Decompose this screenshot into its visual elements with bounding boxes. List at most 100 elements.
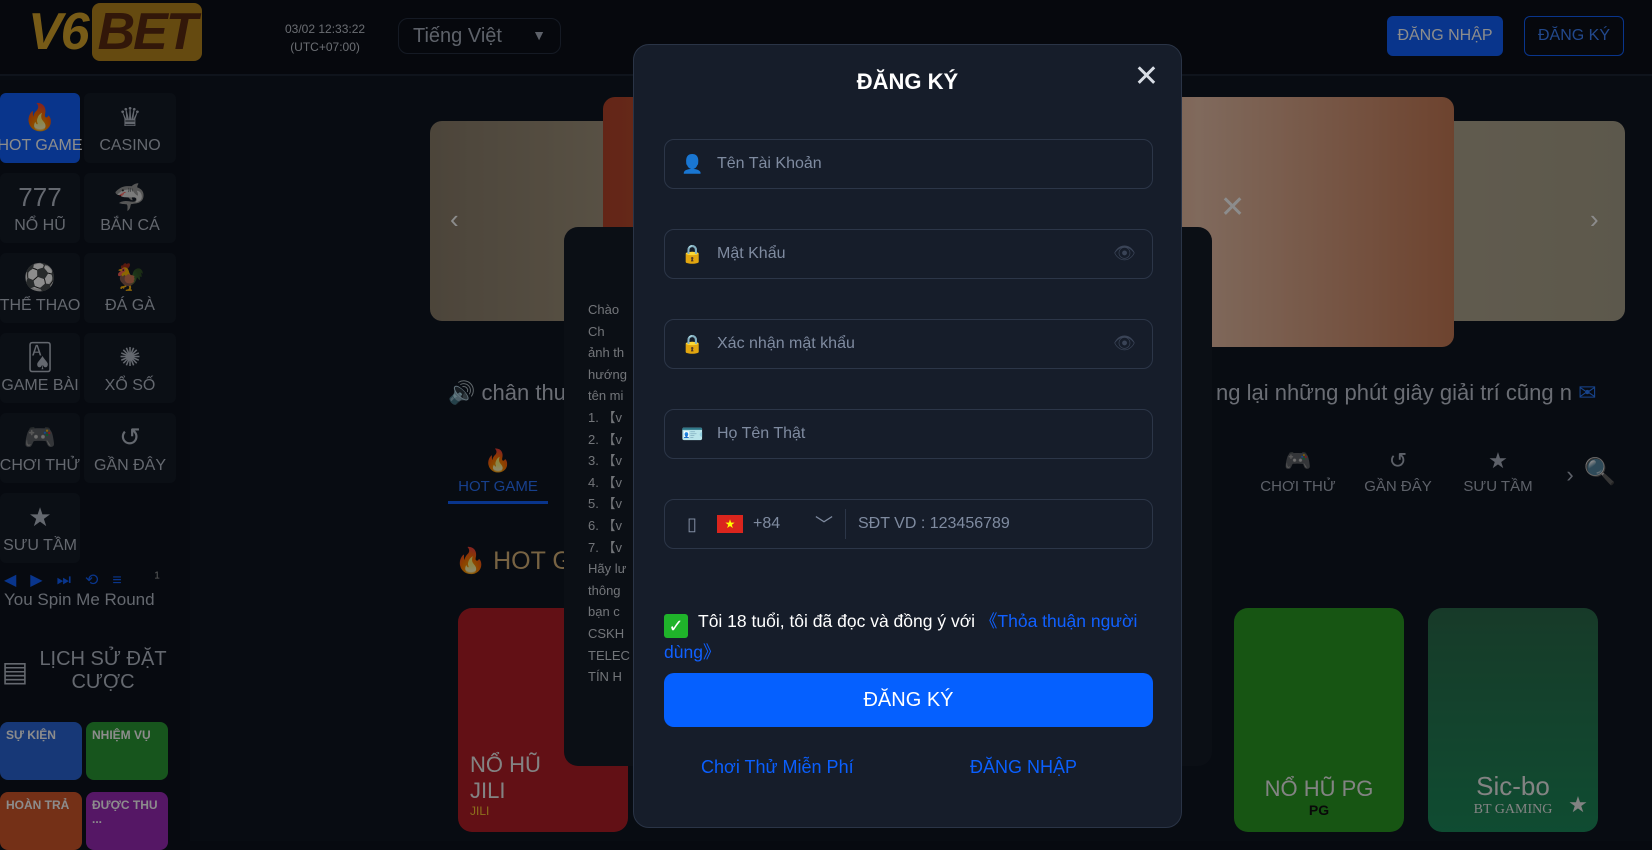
tab-label: GẦN ĐÂY [1364, 478, 1432, 495]
sidebar-item-11[interactable]: ★ SƯU TẦM [0, 493, 80, 563]
sidebar-item-10[interactable]: ↺ GẦN ĐÂY [84, 413, 176, 483]
v6bet-logo[interactable]: V6 BET [28, 2, 202, 62]
game-card-sicbo[interactable]: ★ Sic-bo BT GAMING [1428, 608, 1598, 832]
divider [845, 509, 846, 539]
sidebar-item-label: GAME BÀI [1, 377, 79, 394]
card-brand: BT GAMING [1473, 802, 1553, 817]
slot-icon: 777 [18, 182, 62, 212]
receipt-icon: ▤ [1, 655, 29, 687]
cards-icon: 🂡 [26, 342, 54, 372]
id-card-icon: 🪪 [681, 423, 704, 444]
bet-history-button[interactable]: ▤ LỊCH SỬ ĐẶT CƯỢC [0, 645, 176, 697]
search-icon[interactable]: 🔍 [1580, 456, 1620, 487]
section-title: 🔥 HOT G [455, 547, 572, 575]
clock: 03/02 12:33:22 (UTC+07:00) [285, 20, 365, 56]
register-submit-button[interactable]: ĐĂNG KÝ [664, 673, 1153, 727]
speaker-icon: 🔊 [448, 380, 482, 405]
timezone: (UTC+07:00) [290, 40, 360, 54]
lock-icon: 🔒 [681, 243, 704, 264]
password-field[interactable]: 🔒 👁 [664, 229, 1153, 279]
marquee-text-left: chân thu [481, 380, 566, 405]
header-register-button[interactable]: ĐĂNG KÝ [1524, 16, 1624, 56]
card-title: NỔ HŨ PG [1264, 776, 1374, 801]
marquee-text-right: ng lại những phút giây giải trí cũng n [1216, 380, 1572, 405]
sidebar-item-7[interactable]: 🂡 GAME BÀI [0, 333, 80, 403]
sidebar-item-label: GẦN ĐÂY [93, 457, 166, 474]
sidebar-item-5[interactable]: ⚽ THỂ THAO [0, 253, 80, 323]
sidebar-item-8[interactable]: ✺ XỔ SỐ [84, 333, 176, 403]
history-icon: ↺ [1388, 448, 1408, 473]
register-modal: ĐĂNG KÝ ✕ 👤 🔒👁 🔒👁 🪪 ▯★+84﹀ ✓Tôi 18 tuổi,… [633, 44, 1182, 828]
free-play-link[interactable]: Chơi Thử Miễn Phí [701, 757, 854, 778]
favorite-star-icon[interactable]: ★ [1568, 792, 1588, 818]
chevron-down-icon[interactable]: ﹀ [815, 511, 833, 537]
sidebar-item-label: HOT GAME [0, 137, 83, 154]
banner-close-icon[interactable]: ✕ [1220, 190, 1245, 225]
lottery-icon: ✺ [119, 342, 141, 372]
fullname-input[interactable] [717, 425, 1152, 443]
tab-choi-thu[interactable]: 🎮 CHƠI THỬ [1248, 448, 1348, 495]
confirm-password-field[interactable]: 🔒 👁 [664, 319, 1153, 369]
sidebar-item-2[interactable]: ♛ CASINO [84, 93, 176, 163]
tab-hot-game[interactable]: 🔥 HOT GAME [448, 448, 548, 504]
fire-icon: 🔥 [484, 448, 512, 473]
tab-label: HOT GAME [458, 478, 538, 495]
banner-next-icon[interactable]: › [1590, 204, 1599, 235]
card-brand: PG [1308, 802, 1330, 818]
sidebar-item-label: CASINO [99, 137, 161, 154]
language-value: Tiếng Việt [413, 25, 502, 47]
confirm-password-input[interactable] [717, 335, 1152, 353]
marquee-right: ng lại những phút giây giải trí cũng n ✉ [1216, 380, 1597, 406]
promo-tile[interactable]: ĐƯỢC THU ... [86, 792, 168, 850]
gamepad-icon: 🎮 [1284, 448, 1312, 473]
terms-agreement: ✓ Tôi 18 tuổi, tôi đã đọc và đồng ý với 《… [664, 607, 1153, 666]
sidebar-item-9[interactable]: 🎮 CHƠI THỬ [0, 413, 80, 483]
music-player[interactable]: ◀▶⏭⟲≡ 1 You Spin Me Round [4, 570, 184, 610]
card-title: NỔ HŨ JILI [470, 752, 541, 803]
phone-field[interactable]: ▯ ★ +84 ﹀ [664, 499, 1153, 549]
tab-label: CHƠI THỬ [1260, 478, 1336, 495]
sidebar: 🔥 HOT GAME ♛ CASINO 777 NỔ HŨ 🦈 BẮN CÁ ⚽ THỂ THAO… [0, 80, 190, 850]
close-icon[interactable]: ✕ [1134, 59, 1159, 94]
login-link[interactable]: ĐĂNG NHẬP [970, 757, 1077, 778]
promo-label: HOÀN TRẢ [6, 798, 70, 812]
bet-history-label: LỊCH SỬ ĐẶT CƯỢC [39, 648, 167, 693]
caret-down-icon: ▼ [532, 27, 546, 43]
fullname-field[interactable]: 🪪 [664, 409, 1153, 459]
banner-prev-icon[interactable]: ‹ [450, 204, 459, 235]
card-brand: JILI [470, 804, 490, 818]
sidebar-item-label: XỔ SỐ [104, 377, 156, 394]
promo-tile[interactable]: SỰ KIỆN [0, 722, 82, 780]
game-card-pg[interactable]: NỔ HŨ PG PG [1234, 608, 1404, 832]
country-code[interactable]: +84 [753, 515, 815, 533]
agree-text: Tôi 18 tuổi, tôi đã đọc và đồng ý với [698, 611, 976, 631]
marquee: 🔊 chân thu [448, 380, 566, 406]
sidebar-item-label: THỂ THAO [0, 297, 81, 314]
sidebar-item-1[interactable]: 🔥 HOT GAME [0, 93, 83, 163]
player-controls-icon[interactable]: ◀▶⏭⟲≡ 1 [4, 570, 184, 590]
agree-checkbox[interactable]: ✓ [664, 614, 688, 638]
history-icon: ↺ [119, 422, 141, 452]
datetime: 03/02 12:33:22 [285, 22, 366, 36]
sidebar-item-6[interactable]: 🐓 ĐÁ GÀ [84, 253, 176, 323]
password-input[interactable] [717, 245, 1152, 263]
phone-icon: ▯ [687, 513, 697, 534]
username-field[interactable]: 👤 [664, 139, 1153, 189]
sidebar-item-4[interactable]: 🦈 BẮN CÁ [84, 173, 176, 243]
modal-title: ĐĂNG KÝ [856, 69, 959, 94]
vietnam-flag-icon: ★ [717, 515, 743, 533]
tab-gan-day[interactable]: ↺ GẦN ĐÂY [1348, 448, 1448, 495]
header-login-button[interactable]: ĐĂNG NHẬP [1387, 16, 1503, 56]
gamepad-icon: 🎮 [23, 422, 57, 452]
username-input[interactable] [717, 155, 1152, 173]
mail-icon[interactable]: ✉ [1578, 380, 1596, 405]
promo-tile[interactable]: NHIỆM VỤ [86, 722, 168, 780]
section-title-text: HOT G [493, 547, 572, 575]
language-select[interactable]: Tiếng Việt ▼ [398, 18, 561, 54]
fire-icon: 🔥 [23, 102, 57, 132]
phone-input[interactable] [858, 515, 1152, 533]
eye-off-icon[interactable]: 👁 [1113, 243, 1136, 264]
sidebar-item-3[interactable]: 777 NỔ HŨ [0, 173, 80, 243]
eye-off-icon[interactable]: 👁 [1113, 333, 1136, 354]
promo-tile[interactable]: HOÀN TRẢ [0, 792, 82, 850]
